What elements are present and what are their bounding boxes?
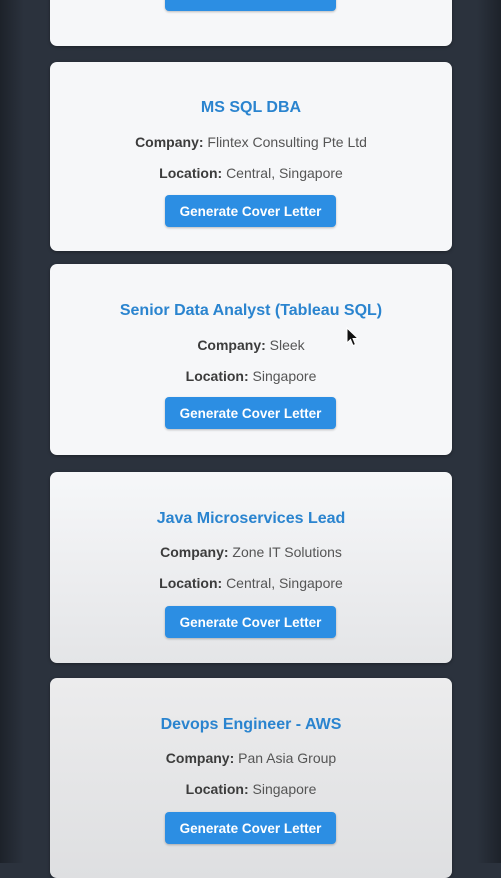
location-label: Location: [159, 165, 223, 181]
job-location: Location: Central, Singapore [50, 165, 452, 181]
job-card: Senior Data Analyst (Tableau SQL) Compan… [50, 264, 452, 455]
generate-cover-letter-button[interactable]: Generate Cover Letter [165, 606, 336, 638]
company-label: Company: [135, 134, 204, 150]
location-value: Singapore [252, 781, 317, 797]
company-value: Flintex Consulting Pte Ltd [207, 134, 367, 150]
job-title: Devops Engineer - AWS [160, 716, 342, 733]
generate-cover-letter-button[interactable]: Generate Cover Letter [165, 0, 336, 11]
job-company: Company: Flintex Consulting Pte Ltd [50, 134, 452, 150]
job-location: Location: Singapore [50, 781, 452, 797]
job-company: Company: Pan Asia Group [50, 750, 452, 766]
company-value: Pan Asia Group [238, 750, 337, 766]
company-value: Sleek [269, 337, 305, 353]
job-title: MS SQL DBA [200, 99, 302, 116]
company-label: Company: [165, 750, 235, 766]
job-card: Java Microservices Lead Company: Zone IT… [50, 472, 452, 663]
mouse-pointer-icon [346, 327, 360, 347]
background-shadow-left [0, 0, 24, 863]
job-title: Senior Data Analyst (Tableau SQL) [119, 302, 383, 319]
background-shadow-right [477, 0, 501, 863]
job-card: Devops Engineer - AWS Company: Pan Asia … [50, 678, 452, 878]
job-card: Generate Cover Letter [50, 0, 452, 46]
generate-cover-letter-button[interactable]: Generate Cover Letter [165, 812, 336, 844]
location-value: Central, Singapore [226, 575, 343, 591]
location-value: Central, Singapore [226, 165, 343, 181]
company-label: Company: [197, 337, 266, 353]
job-title: Java Microservices Lead [156, 510, 346, 527]
location-label: Location: [185, 368, 249, 384]
job-location: Location: Singapore [50, 368, 452, 384]
job-company: Company: Zone IT Solutions [50, 544, 452, 560]
location-value: Singapore [252, 368, 317, 384]
location-label: Location: [185, 781, 249, 797]
location-label: Location: [159, 575, 223, 591]
company-value: Zone IT Solutions [232, 544, 342, 560]
generate-cover-letter-button[interactable]: Generate Cover Letter [165, 195, 336, 227]
job-list: Generate Cover Letter MS SQL DBA Company… [50, 0, 452, 878]
generate-cover-letter-button[interactable]: Generate Cover Letter [165, 397, 336, 429]
job-company: Company: Sleek [50, 337, 452, 353]
job-card: MS SQL DBA Company: Flintex Consulting P… [50, 62, 452, 251]
company-label: Company: [160, 544, 229, 560]
job-location: Location: Central, Singapore [50, 575, 452, 591]
